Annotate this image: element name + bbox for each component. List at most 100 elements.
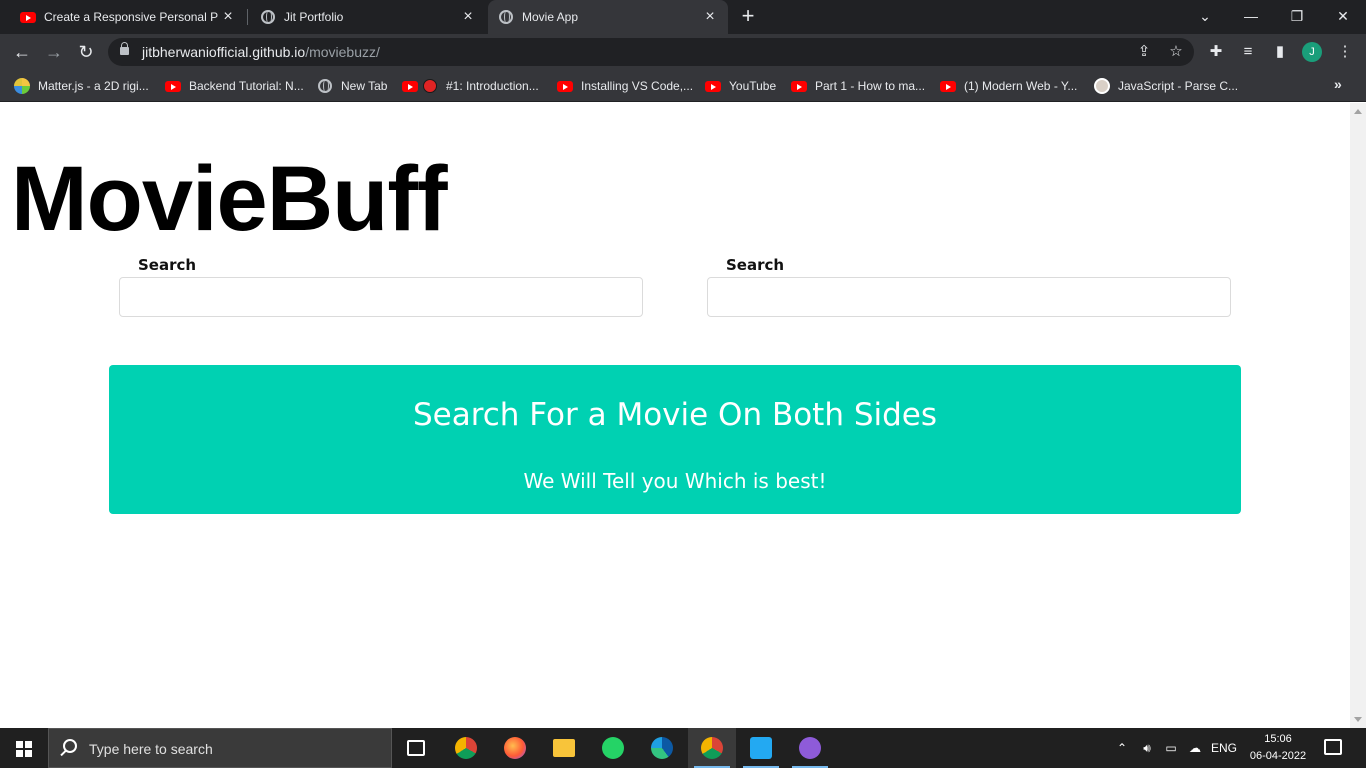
tab-separator	[247, 9, 248, 25]
firefox-icon	[504, 737, 526, 759]
language-indicator[interactable]: ENG	[1208, 728, 1240, 768]
screen: Create a Responsive Personal Por × Jit P…	[0, 0, 1366, 768]
tab-jit-portfolio[interactable]: Jit Portfolio ×	[250, 0, 486, 34]
right-search-label: Search	[726, 256, 785, 274]
menu-icon[interactable]: ⋮	[1335, 42, 1355, 62]
left-search-input[interactable]	[119, 277, 643, 317]
tab-personal-portfolio[interactable]: Create a Responsive Personal Por ×	[0, 0, 246, 34]
chrome-profile-taskbar-app[interactable]	[688, 728, 736, 768]
volume-icon[interactable]: 🔊︎	[1136, 728, 1158, 768]
search-icon	[63, 739, 77, 753]
new-tab-button[interactable]: +	[736, 4, 760, 28]
lock-icon[interactable]	[120, 42, 129, 55]
taskbar-search-box[interactable]: Type here to search	[48, 728, 392, 768]
close-icon[interactable]: ×	[700, 8, 720, 26]
network-icon[interactable]: ▭	[1160, 728, 1182, 768]
bookmark-item[interactable]: Part 1 - How to ma...	[791, 76, 925, 96]
bookmark-item[interactable]: #1: Introduction...	[402, 76, 539, 96]
instruction-banner: Search For a Movie On Both Sides We Will…	[109, 365, 1241, 514]
close-icon[interactable]: ×	[218, 8, 238, 26]
url-text[interactable]: jitbherwaniofficial.github.io/moviebuzz/	[142, 44, 380, 60]
left-search-label: Search	[138, 256, 197, 274]
side-panel-icon[interactable]: ▮	[1270, 42, 1290, 62]
banner-title: Search For a Movie On Both Sides	[412, 397, 938, 433]
brand-title: MovieBuff	[11, 148, 448, 250]
github-desktop-taskbar-app[interactable]	[786, 728, 834, 768]
folder-icon	[553, 739, 575, 757]
tab-title: Movie App	[522, 10, 579, 24]
bookmark-item[interactable]: Backend Tutorial: N...	[165, 76, 304, 96]
tab-search-button[interactable]: ⌄	[1182, 0, 1228, 34]
vscode-taskbar-app[interactable]	[737, 728, 785, 768]
bookmark-label: #1: Introduction...	[446, 79, 539, 93]
url-host: jitbherwaniofficial.github.io	[142, 44, 306, 60]
bookmark-label: JavaScript - Parse C...	[1118, 79, 1239, 93]
chrome-icon	[455, 737, 477, 759]
task-view-button[interactable]	[392, 728, 440, 768]
bookmark-label: Backend Tutorial: N...	[189, 79, 304, 93]
address-bar[interactable]: jitbherwaniofficial.github.io/moviebuzz/…	[108, 38, 1194, 66]
file-explorer-taskbar-app[interactable]	[540, 728, 588, 768]
page-content: MovieBuff Search Search Search For a Mov…	[0, 103, 1350, 728]
onedrive-icon[interactable]: ☁	[1184, 728, 1206, 768]
right-search-input[interactable]	[707, 277, 1231, 317]
bookmark-item[interactable]: YouTube	[705, 76, 776, 96]
browser-toolbar: ← → ↻ jitbherwaniofficial.github.io/movi…	[0, 34, 1366, 70]
bookmark-item[interactable]: (1) Modern Web - Y...	[940, 76, 1077, 96]
clock-date: 06-04-2022	[1249, 750, 1307, 762]
clock[interactable]: 15:06 06-04-2022	[1246, 731, 1310, 765]
banner-subtitle: We Will Tell you Which is best!	[523, 469, 827, 493]
edge-taskbar-app[interactable]	[638, 728, 686, 768]
globe-icon	[317, 78, 333, 94]
task-view-icon	[407, 740, 425, 756]
chevron-right-icon[interactable]: »	[1334, 76, 1342, 92]
youtube-icon	[402, 78, 418, 94]
tab-strip: Create a Responsive Personal Por × Jit P…	[0, 0, 1366, 34]
edge-icon	[651, 737, 673, 759]
bookmark-item[interactable]: Installing VS Code,...	[557, 76, 693, 96]
back-button[interactable]: ←	[8, 38, 36, 66]
close-icon[interactable]: ×	[458, 8, 478, 26]
url-path: /moviebuzz/	[305, 44, 380, 60]
bookmark-label: Matter.js - a 2D rigi...	[38, 79, 149, 93]
media-controls-icon[interactable]: ≡	[1238, 42, 1258, 62]
tab-title: Create a Responsive Personal Por	[44, 10, 218, 24]
chrome-taskbar-app[interactable]	[442, 728, 490, 768]
youtube-icon	[20, 9, 36, 25]
youtube-icon	[165, 78, 181, 94]
bookmark-item[interactable]: New Tab	[317, 76, 387, 96]
extensions-icon[interactable]: ✚	[1206, 42, 1226, 62]
bookmarks-bar: Matter.js - a 2D rigi... Backend Tutoria…	[0, 70, 1366, 102]
youtube-icon	[940, 78, 956, 94]
avatar-icon	[1094, 78, 1110, 94]
youtube-icon	[557, 78, 573, 94]
reload-button[interactable]: ↻	[72, 38, 100, 66]
forward-button[interactable]: →	[40, 38, 68, 66]
notifications-icon[interactable]	[1324, 739, 1342, 755]
tab-title: Jit Portfolio	[284, 10, 344, 24]
profile-avatar[interactable]: J	[1302, 42, 1322, 62]
github-icon	[799, 737, 821, 759]
restore-button[interactable]: ❐	[1274, 0, 1320, 34]
bookmark-item[interactable]: Matter.js - a 2D rigi...	[14, 76, 149, 96]
page-scrollbar[interactable]	[1350, 103, 1366, 728]
close-window-button[interactable]: ✕	[1320, 0, 1366, 34]
tab-movie-app[interactable]: Movie App ×	[488, 0, 728, 34]
matterjs-icon	[14, 78, 30, 94]
youtube-icon	[791, 78, 807, 94]
chevron-up-icon[interactable]: ⌃	[1112, 728, 1132, 768]
minimize-button[interactable]: —	[1228, 0, 1274, 34]
whatsapp-taskbar-app[interactable]	[589, 728, 637, 768]
youtube-icon	[705, 78, 721, 94]
windows-taskbar: Type here to search ⌃ 🔊︎ ▭ ☁ ENG 15:06 0…	[0, 728, 1366, 768]
bookmark-label: New Tab	[341, 79, 388, 93]
bookmark-item[interactable]: JavaScript - Parse C...	[1094, 76, 1238, 96]
scroll-up-icon[interactable]	[1354, 109, 1362, 114]
firefox-taskbar-app[interactable]	[491, 728, 539, 768]
bookmark-label: Part 1 - How to ma...	[815, 79, 926, 93]
bookmark-star-icon[interactable]: ☆	[1166, 42, 1186, 62]
scroll-down-icon[interactable]	[1354, 717, 1362, 722]
share-icon[interactable]: ⇪	[1134, 42, 1154, 62]
start-button[interactable]	[0, 728, 48, 768]
bookmark-label: YouTube	[729, 79, 777, 93]
